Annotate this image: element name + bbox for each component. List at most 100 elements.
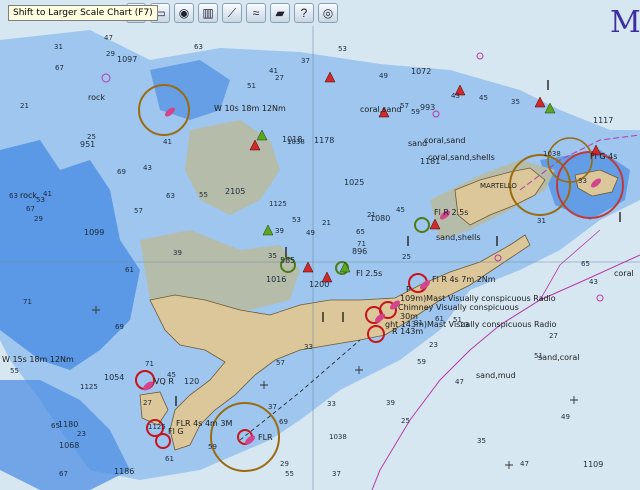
depth-sounding: 25 [402, 253, 411, 261]
depth-sounding: 21 [322, 219, 331, 227]
depth-sounding: 49 [306, 229, 315, 237]
depth-sounding: 585 [280, 256, 295, 265]
depth-sounding: 69 [279, 418, 288, 426]
depth-sounding: 23 [77, 430, 86, 438]
depth-sounding: 1072 [411, 67, 431, 76]
label-vq-r: VQ R [154, 377, 174, 386]
depth-sounding: 31 [54, 43, 63, 51]
depth-sounding: 1109 [583, 460, 603, 469]
depth-sounding: 120 [184, 377, 199, 386]
depth-sounding: 1200 [309, 280, 329, 289]
layers-glyph: ▰ [275, 6, 285, 20]
depth-sounding: 25 [401, 417, 410, 425]
depth-sounding: 67 [59, 470, 68, 478]
depth-sounding: 35 [477, 437, 486, 445]
depth-sounding: 59 [417, 358, 426, 366]
label-fl-r-2: Fl R 4s 7m 2Nm [432, 275, 496, 284]
compass-icon[interactable]: ◉ [174, 3, 194, 23]
depth-sounding: 1038 [287, 138, 305, 146]
depth-sounding: 1016 [266, 275, 286, 284]
depth-sounding: 47 [455, 378, 464, 386]
nautical-chart[interactable]: 1200951585118010801201072117899389610971… [0, 0, 640, 490]
label-light-top: W 10s 18m 12Nm [214, 104, 286, 113]
depth-sounding: 45 [479, 94, 488, 102]
lifebuoy-glyph: ◎ [322, 6, 334, 20]
depth-sounding: 47 [520, 460, 529, 468]
depth-sounding: 67 [26, 205, 35, 213]
depth-sounding: 57 [134, 207, 143, 215]
depth-sounding: 47 [104, 34, 113, 42]
depth-sounding: 23 [429, 341, 438, 349]
depth-sounding: 39 [275, 227, 284, 235]
label-coral-sand: coral,sand [360, 105, 401, 114]
depth-sounding: 35 [511, 98, 520, 106]
depth-sounding: 43 [589, 278, 598, 286]
label-fl-r-1: Fl R 2.5s [434, 208, 468, 217]
label-rock-2: rock [20, 191, 37, 200]
depth-sounding: 63 [166, 192, 175, 200]
depth-sounding: 37 [332, 470, 341, 478]
depth-sounding: 37 [301, 57, 310, 65]
depth-sounding: 71 [357, 240, 366, 248]
depth-sounding: 896 [352, 247, 367, 256]
label-coral-sand-shells: coral,sand,shells [428, 153, 495, 162]
track-icon[interactable]: ≈ [246, 3, 266, 23]
depth-sounding: 33 [578, 177, 587, 185]
depth-sounding: 1117 [593, 116, 613, 125]
depth-sounding: 1097 [117, 55, 137, 64]
depth-sounding: 1186 [114, 467, 134, 476]
depth-sounding: 53 [338, 45, 347, 53]
print-glyph: ▥ [202, 6, 214, 20]
print-icon[interactable]: ▥ [198, 3, 218, 23]
help-icon[interactable]: ? [294, 3, 314, 23]
depth-sounding: 27 [549, 332, 558, 340]
depth-sounding: 57 [276, 359, 285, 367]
label-fl-g-small: Fl G [168, 427, 184, 436]
lifebuoy-icon[interactable]: ◎ [318, 3, 338, 23]
route-glyph: ⟋ [227, 5, 237, 20]
depth-sounding: 55 [199, 191, 208, 199]
depth-sounding: 53 [292, 216, 301, 224]
label-radio-1: 109m)Mast Visually conspicuous Radio [400, 294, 556, 303]
label-fl-g-top: Fl G 4s [590, 152, 617, 161]
label-sand: sand [408, 139, 427, 148]
depth-sounding: 1180 [58, 420, 78, 429]
depth-sounding: 49 [561, 413, 570, 421]
depth-sounding: 49 [379, 72, 388, 80]
depth-sounding: 59 [411, 108, 420, 116]
depth-sounding: 21 [367, 211, 376, 219]
help-glyph: ? [300, 6, 308, 20]
label-sand-mud: sand,mud [476, 371, 516, 380]
label-coral: coral [614, 269, 634, 278]
depth-sounding: 1054 [104, 373, 124, 382]
depth-sounding: 41 [163, 138, 172, 146]
depth-sounding: 27 [143, 399, 152, 407]
depth-sounding: 41 [269, 67, 278, 75]
depth-sounding: 51 [247, 82, 256, 90]
depth-sounding: 27 [275, 74, 284, 82]
depth-sounding: 993 [420, 103, 435, 112]
depth-sounding: 37 [268, 403, 277, 411]
chart-scale-badge[interactable]: M [610, 5, 640, 53]
depth-sounding: 61 [165, 455, 174, 463]
label-fl-r-left: FLR 4s 4m 3M [176, 419, 232, 428]
toolbar-tooltip: Shift to Larger Scale Chart (F7) [8, 5, 158, 21]
label-rock-1: rock [88, 93, 105, 102]
depth-sounding: 33 [327, 400, 336, 408]
label-sand-shells: sand,shells [436, 233, 481, 242]
depth-sounding: 1178 [314, 136, 334, 145]
depth-sounding: 65 [51, 422, 60, 430]
depth-sounding: 43 [143, 164, 152, 172]
layers-icon[interactable]: ▰ [270, 3, 290, 23]
depth-sounding: 25 [87, 133, 96, 141]
depth-sounding: 61 [125, 266, 134, 274]
depth-sounding: 45 [396, 206, 405, 214]
route-icon[interactable]: ⟋ [222, 3, 242, 23]
depth-sounding: 55 [285, 470, 294, 478]
depth-sounding: 21 [20, 102, 29, 110]
depth-sounding: 55 [10, 367, 19, 375]
depth-sounding: 63 [194, 43, 203, 51]
depth-sounding: 59 [208, 443, 217, 451]
depth-sounding: 29 [34, 215, 43, 223]
label-light-left: W 15s 18m 12Nm [2, 355, 74, 364]
